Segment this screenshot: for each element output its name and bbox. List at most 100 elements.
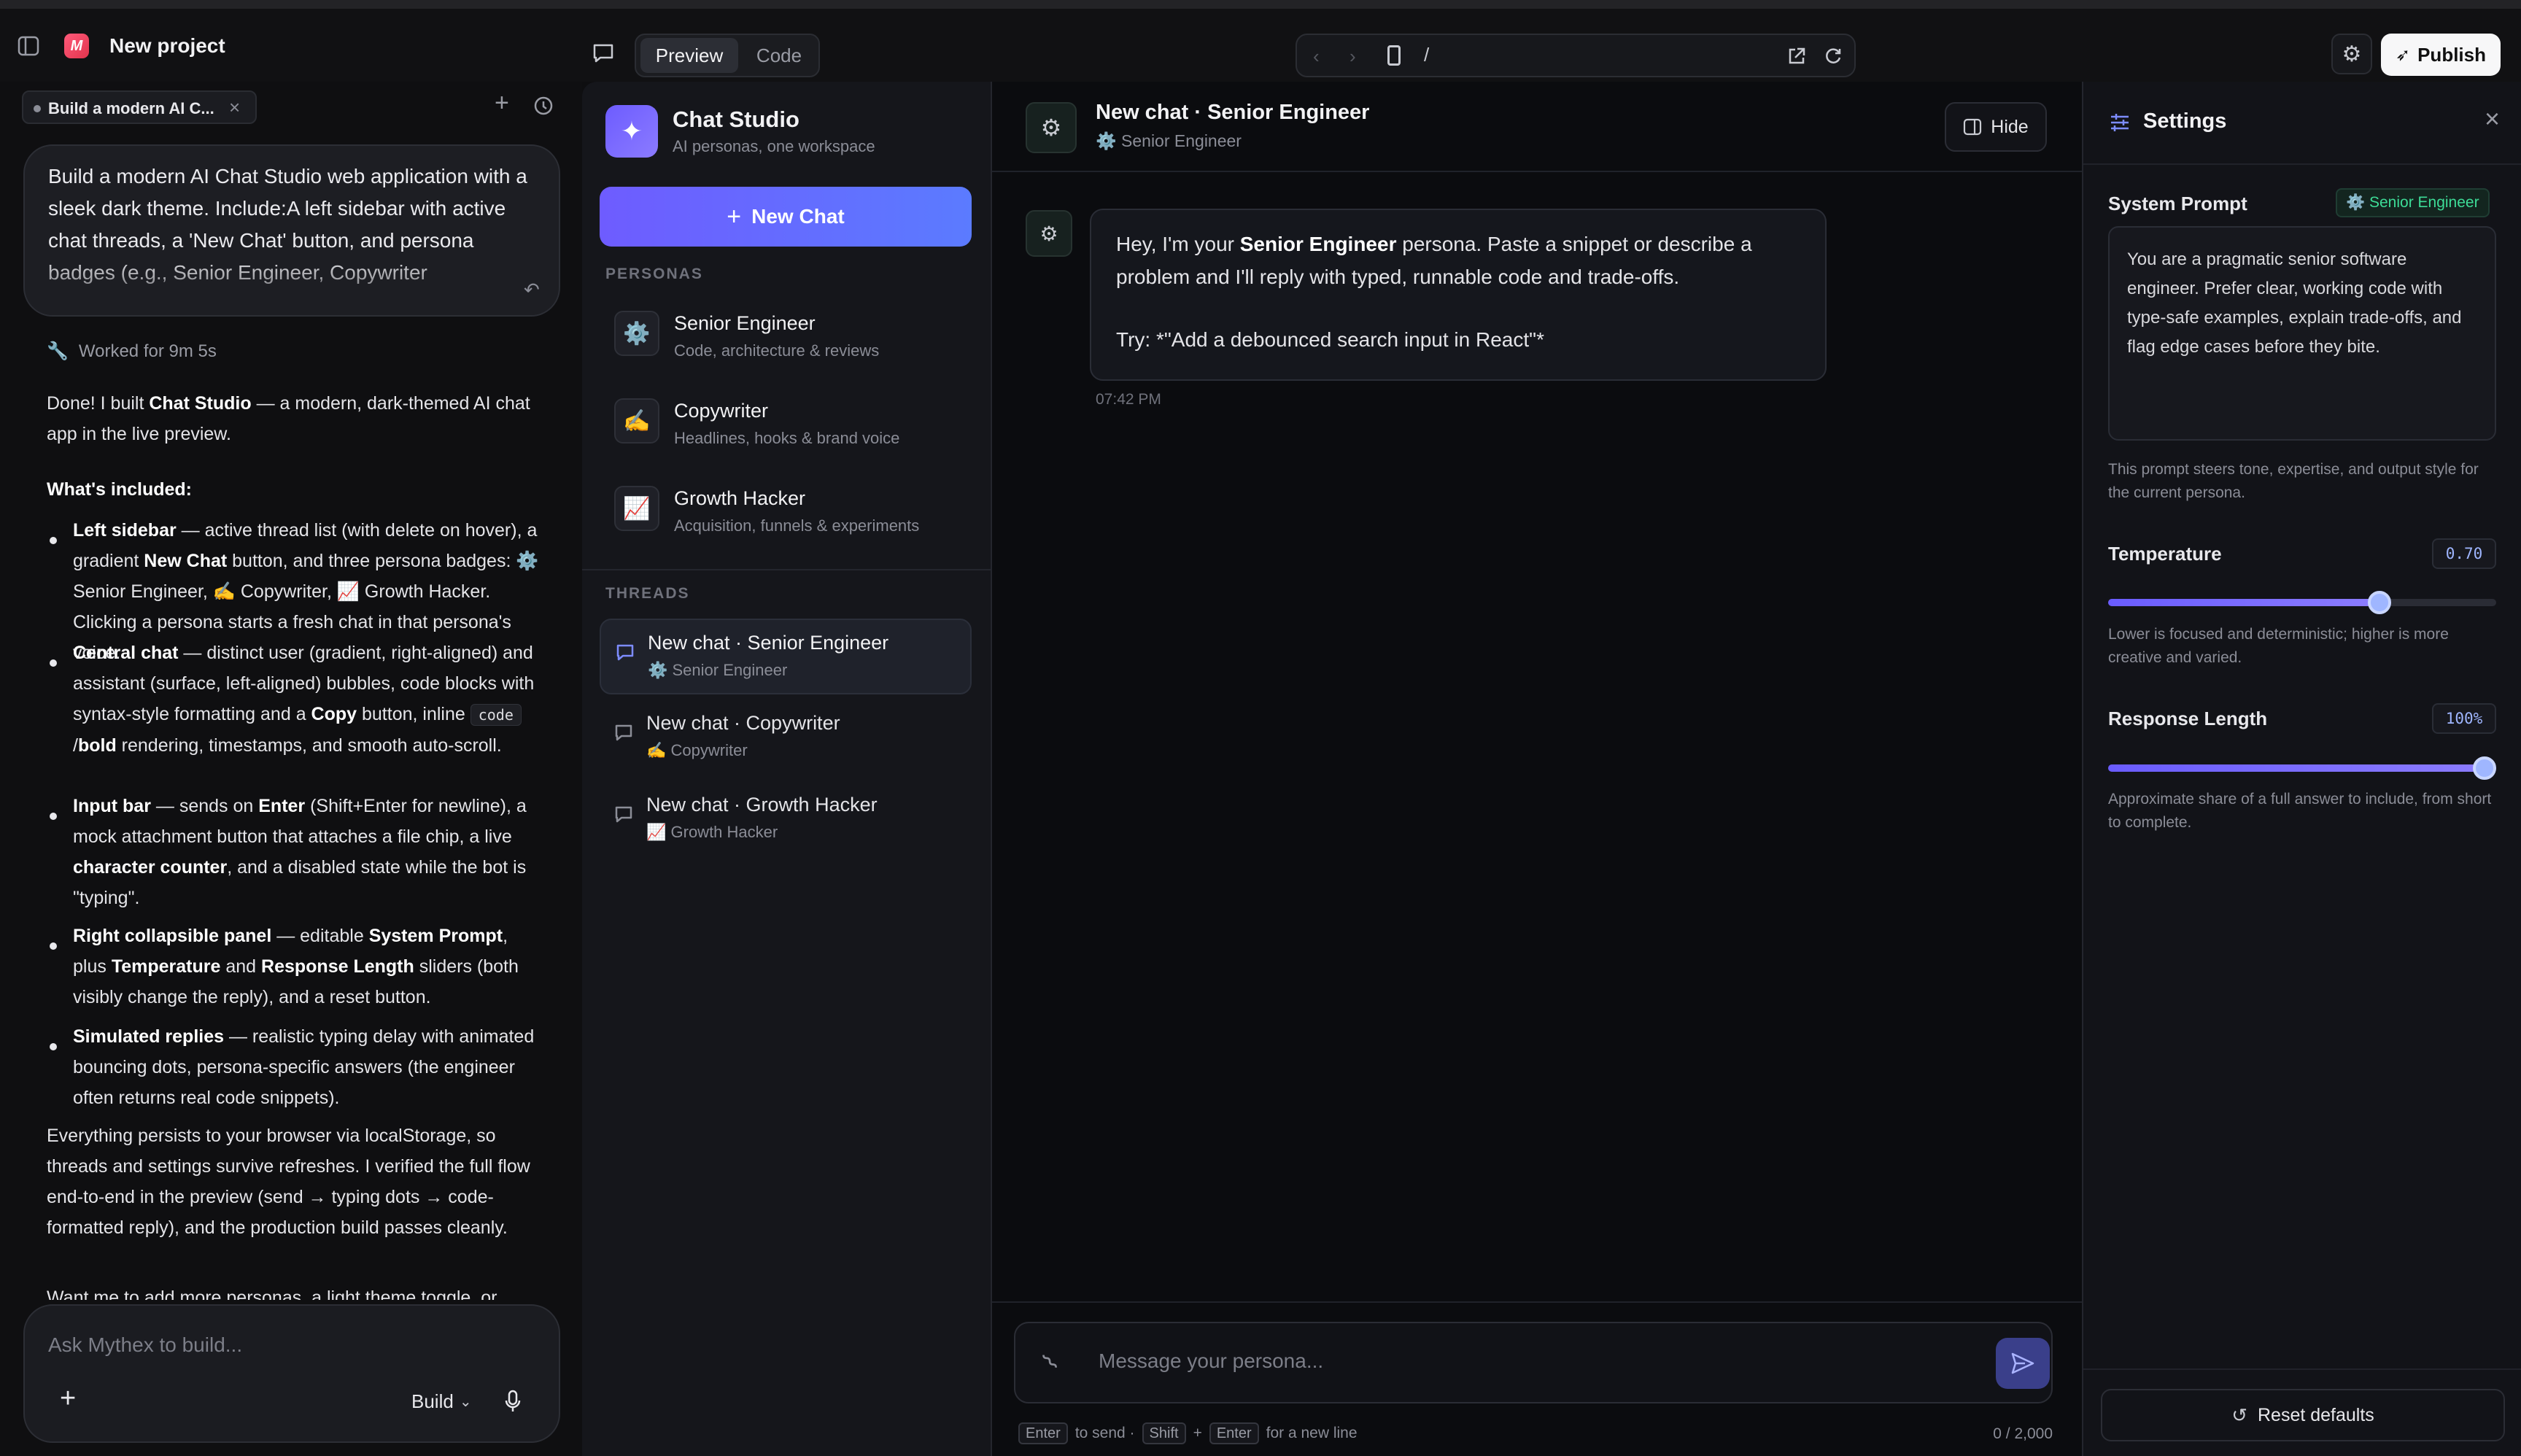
b3-bold: Input bar	[73, 796, 151, 816]
thread-item-active[interactable]: New chat · Senior Engineer ⚙️ Senior Eng…	[600, 619, 972, 694]
back-icon[interactable]: ‹	[1313, 45, 1320, 68]
included-heading: What's included:	[47, 479, 192, 500]
publish-button[interactable]: ➶ Publish	[2381, 34, 2501, 76]
gear-icon: ⚙	[1026, 102, 1077, 153]
app-preview: ✦ Chat Studio AI personas, one workspace…	[582, 82, 2521, 1456]
plus-icon: +	[727, 202, 742, 231]
add-task-icon[interactable]: +	[495, 89, 509, 117]
forward-icon[interactable]: ›	[1349, 45, 1356, 68]
message-input[interactable]: Message your persona...	[1099, 1349, 1323, 1373]
response-length-slider-thumb[interactable]	[2473, 756, 2496, 780]
chevron-down-icon: ⌄	[459, 1394, 472, 1410]
send-button[interactable]	[1996, 1338, 2050, 1389]
msg-bold: Senior Engineer	[1239, 233, 1397, 255]
kbd-shift: Shift	[1142, 1422, 1186, 1444]
rocket-icon: ➶	[2395, 44, 2411, 65]
hint-plus: +	[1193, 1425, 1202, 1441]
sliders-icon	[2108, 111, 2131, 134]
system-prompt-value: You are a pragmatic senior software engi…	[2127, 249, 2462, 357]
persona-name: Senior Engineer	[674, 312, 816, 334]
persona-growth-hacker[interactable]: 📈 Growth Hacker Acquisition, funnels & e…	[595, 468, 979, 549]
thread-title: New chat · Copywriter	[646, 712, 840, 734]
kbd-enter: Enter	[1018, 1422, 1068, 1444]
bullet-dot	[50, 537, 57, 544]
hide-label: Hide	[1991, 116, 2029, 137]
open-external-icon[interactable]	[1786, 45, 1808, 67]
hint-new-line: for a new line	[1266, 1425, 1358, 1441]
thread-persona: 📈 Growth Hacker	[646, 823, 778, 841]
persona-copywriter[interactable]: ✍️ Copywriter Headlines, hooks & brand v…	[595, 381, 979, 461]
settings-title: Settings	[2143, 109, 2227, 133]
temperature-slider-thumb[interactable]	[2368, 591, 2392, 614]
close-icon[interactable]: ×	[229, 96, 240, 119]
persona-name: Copywriter	[674, 400, 769, 422]
chart-icon: 📈	[614, 486, 659, 531]
bullet-dot	[50, 659, 57, 667]
bullet-dot	[50, 1043, 57, 1050]
app-tagline: AI personas, one workspace	[673, 137, 875, 155]
mode-select[interactable]: Build ⌄	[411, 1390, 472, 1413]
top-bar: M New project Preview Code ‹ › / ⚙ ➶ Pub…	[0, 0, 2521, 82]
chat-main: ⚙ New chat · Senior Engineer ⚙️ Senior E…	[992, 82, 2082, 1456]
thread-persona: ✍️ Copywriter	[646, 741, 748, 759]
b5-bold: Simulated replies	[73, 1026, 225, 1047]
composer-area: ⌇ Message your persona... Enter to send …	[992, 1301, 2082, 1456]
attach-plus-icon[interactable]: +	[60, 1383, 76, 1414]
temperature-label: Temperature	[2108, 543, 2222, 565]
project-title[interactable]: New project	[109, 34, 225, 58]
system-prompt-label: System Prompt	[2108, 193, 2247, 214]
hide-panel-button[interactable]: Hide	[1945, 102, 2047, 152]
settings-gear-icon[interactable]: ⚙	[2331, 34, 2372, 74]
list-item: Right collapsible panel — editable Syste…	[73, 921, 543, 1012]
b1-bold: Left sidebar	[73, 520, 177, 541]
wrench-icon: 🔧	[47, 341, 69, 361]
sidebar-toggle-icon[interactable]	[16, 34, 41, 58]
system-prompt-field[interactable]: You are a pragmatic senior software engi…	[2108, 226, 2496, 441]
history-icon[interactable]	[533, 95, 554, 117]
inline-code: code	[470, 704, 522, 726]
tab-preview[interactable]: Preview	[640, 38, 738, 73]
response-length-label: Response Length	[2108, 708, 2268, 729]
settings-header: Settings ×	[2083, 82, 2521, 165]
undo-icon[interactable]: ↶	[524, 279, 540, 301]
prompt-fade	[25, 255, 559, 315]
reset-label: Reset defaults	[2257, 1404, 2374, 1425]
intro-text: Done! I built	[47, 393, 150, 414]
close-settings-icon[interactable]: ×	[2485, 104, 2500, 134]
task-chip[interactable]: Build a modern AI C... ×	[22, 90, 257, 124]
response-outro: Everything persists to your browser via …	[47, 1126, 530, 1238]
b2-bold2: Copy	[311, 704, 357, 724]
thread-persona: ⚙️ Senior Engineer	[648, 661, 788, 679]
response-length-slider[interactable]	[2108, 756, 2496, 780]
b4-bold4: Response Length	[261, 956, 414, 977]
send-icon	[2011, 1352, 2034, 1374]
thread-item[interactable]: New chat · Growth Hacker 📈 Growth Hacker	[600, 782, 972, 858]
microphone-icon[interactable]	[502, 1389, 524, 1414]
temperature-slider[interactable]	[2108, 591, 2496, 614]
device-icon[interactable]	[1387, 45, 1401, 66]
new-chat-button[interactable]: + New Chat	[600, 187, 972, 247]
paperclip-icon[interactable]: ⌇	[1037, 1348, 1064, 1376]
system-prompt-help: This prompt steers tone, expertise, and …	[2108, 461, 2479, 501]
user-prompt-bubble: Build a modern AI Chat Studio web applic…	[23, 144, 560, 317]
response-cutoff: Want me to add more personas, a light th…	[47, 1287, 497, 1300]
assistant-message-bubble: Hey, I'm your Senior Engineer persona. P…	[1090, 209, 1827, 381]
threads-heading: THREADS	[605, 585, 690, 602]
reset-defaults-button[interactable]: ↺ Reset defaults	[2101, 1389, 2505, 1441]
url-path[interactable]: /	[1424, 44, 1429, 66]
message-timestamp: 07:42 PM	[1096, 391, 1161, 408]
thread-item[interactable]: New chat · Copywriter ✍️ Copywriter	[600, 700, 972, 776]
agent-input[interactable]: Ask Mythex to build...	[48, 1333, 242, 1357]
list-item: Simulated replies — realistic typing del…	[73, 1021, 543, 1113]
chat-bubble-icon	[613, 804, 635, 826]
msg-part: Hey, I'm your	[1116, 233, 1240, 255]
b2-text-4: rendering, timestamps, and smooth auto-s…	[116, 735, 502, 756]
persona-senior-engineer[interactable]: ⚙️ Senior Engineer Code, architecture & …	[595, 293, 979, 373]
agent-pane: Build a modern AI C... × + Build a moder…	[0, 82, 582, 1456]
personas-heading: PERSONAS	[605, 266, 703, 282]
gear-icon: ⚙️	[614, 311, 659, 356]
chat-toggle-icon[interactable]	[591, 41, 616, 66]
b4-text-3: and	[220, 956, 262, 977]
tab-code[interactable]: Code	[743, 38, 816, 73]
refresh-icon[interactable]	[1822, 45, 1844, 67]
